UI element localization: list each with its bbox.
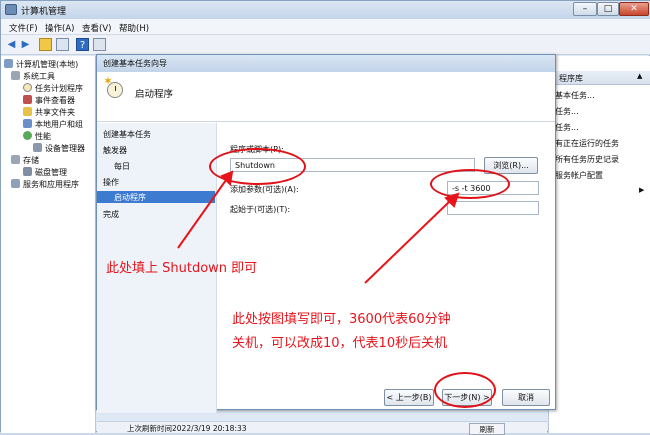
- create-basic-task-wizard: 创建基本任务向导 ✶ 启动程序 创建基本任务 触发器 每日 操作 启动程序 完成…: [96, 54, 556, 413]
- action-item[interactable]: 任务...: [555, 106, 579, 117]
- tree-system-tools[interactable]: 系统工具: [11, 71, 55, 82]
- tree-performance[interactable]: 性能: [23, 131, 51, 142]
- back-button[interactable]: < 上一步(B): [384, 389, 434, 406]
- users-icon: [23, 119, 32, 128]
- app-icon: [5, 4, 17, 15]
- submenu-arrow-icon[interactable]: ▶: [639, 186, 644, 194]
- wizard-banner: ✶ 启动程序: [97, 72, 555, 122]
- view-pane-icon[interactable]: [93, 38, 106, 51]
- properties-icon[interactable]: [56, 38, 69, 51]
- menu-help[interactable]: 帮助(H): [119, 22, 149, 34]
- menu-bar: 文件(F) 操作(A) 查看(V) 帮助(H): [1, 19, 650, 35]
- menu-view[interactable]: 查看(V): [82, 22, 111, 34]
- start-in-input[interactable]: [447, 201, 539, 215]
- start-in-label: 起始于(可选)(T):: [230, 205, 291, 214]
- wizard-heading: 启动程序: [135, 89, 174, 100]
- highlight-circle-next: [434, 372, 496, 408]
- highlight-circle-program: [209, 148, 306, 185]
- menu-file[interactable]: 文件(F): [9, 22, 38, 34]
- tree-storage[interactable]: 存储: [11, 155, 39, 166]
- collapse-icon[interactable]: ▲: [637, 72, 642, 80]
- action-item[interactable]: 任务...: [555, 122, 579, 133]
- close-button[interactable]: ✕: [619, 2, 649, 16]
- wizard-title: 创建基本任务向导: [103, 59, 167, 68]
- tree-event-viewer[interactable]: 事件查看器: [23, 95, 75, 106]
- tree-local-users[interactable]: 本地用户和组: [23, 119, 83, 130]
- shared-folder-icon: [23, 107, 32, 116]
- step-start-program: 启动程序: [97, 191, 215, 203]
- back-arrow-icon[interactable]: ◀: [5, 38, 18, 51]
- toolbar: ◀ ▶ ?: [1, 35, 650, 55]
- navigation-tree: 计算机管理(本地) 系统工具 任务计划程序 事件查看器 共享文件夹 本地用户和组…: [1, 56, 96, 433]
- step-action: 操作: [103, 178, 119, 187]
- annotation-program: 此处填上 Shutdown 即可: [106, 261, 258, 276]
- step-daily: 每日: [114, 162, 130, 171]
- cancel-button[interactable]: 取消: [502, 389, 550, 406]
- action-item[interactable]: 有正在运行的任务: [555, 138, 619, 149]
- computer-icon: [4, 59, 13, 68]
- action-item[interactable]: 所有任务历史记录: [555, 154, 619, 165]
- menu-action[interactable]: 操作(A): [45, 22, 74, 34]
- title-bar: 计算机管理 – □ ✕: [1, 1, 650, 19]
- window-title: 计算机管理: [21, 7, 67, 17]
- maximize-button[interactable]: □: [597, 2, 619, 16]
- step-finish: 完成: [103, 210, 119, 219]
- annotation-arguments-line1: 此处按图填写即可，3600代表60分钟: [232, 312, 451, 327]
- new-task-star-icon: ✶: [103, 74, 114, 88]
- folder-icon[interactable]: [39, 38, 52, 51]
- event-viewer-icon: [23, 95, 32, 104]
- clock-icon: [23, 83, 32, 92]
- arguments-label: 添加参数(可选)(A):: [230, 185, 299, 194]
- step-create-basic-task: 创建基本任务: [103, 130, 151, 139]
- actions-pane: 程序库 ▲ 基本任务... 任务... 任务... 有正在运行的任务 所有任务历…: [548, 56, 650, 433]
- action-item[interactable]: 服务帐户配置: [555, 170, 603, 181]
- storage-icon: [11, 155, 20, 164]
- forward-arrow-icon[interactable]: ▶: [19, 38, 32, 51]
- wizard-title-bar: 创建基本任务向导: [97, 55, 555, 72]
- tree-disk-management[interactable]: 磁盘管理: [23, 167, 67, 178]
- device-manager-icon: [33, 143, 42, 152]
- action-item[interactable]: 基本任务...: [555, 90, 595, 101]
- actions-header: 程序库 ▲: [549, 71, 650, 85]
- tree-task-scheduler[interactable]: 任务计划程序: [23, 83, 83, 94]
- performance-icon: [23, 131, 32, 140]
- tree-services-apps[interactable]: 服务和应用程序: [11, 179, 79, 190]
- step-trigger: 触发器: [103, 146, 127, 155]
- highlight-circle-arguments: [430, 169, 510, 199]
- help-icon[interactable]: ?: [76, 38, 89, 51]
- refresh-button[interactable]: 刷新: [469, 423, 505, 435]
- services-icon: [11, 179, 20, 188]
- disk-icon: [23, 167, 32, 176]
- minimize-button[interactable]: –: [573, 2, 597, 16]
- tools-icon: [11, 71, 20, 80]
- tree-device-manager[interactable]: 设备管理器: [33, 143, 85, 154]
- tree-root[interactable]: 计算机管理(本地): [4, 59, 78, 70]
- tree-shared-folders[interactable]: 共享文件夹: [23, 107, 75, 118]
- annotation-arguments-line2: 关机，可以改成10，代表10秒后关机: [232, 336, 448, 351]
